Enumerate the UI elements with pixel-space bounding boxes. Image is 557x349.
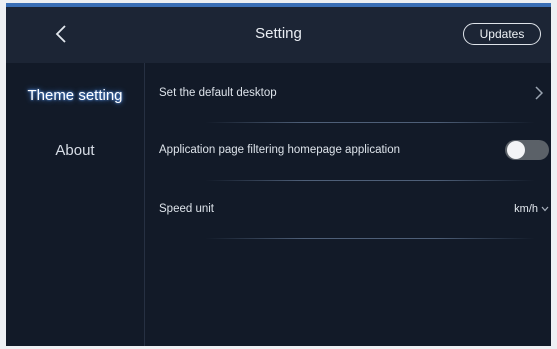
setting-row-default-desktop[interactable]: Set the default desktop [159, 65, 551, 121]
settings-panel: Set the default desktop Application page… [145, 63, 551, 346]
setting-label: Set the default desktop [159, 87, 277, 99]
speed-unit-select[interactable]: km/h [514, 203, 549, 215]
divider [205, 238, 535, 239]
chevron-down-icon [541, 206, 549, 212]
speed-unit-value: km/h [514, 203, 538, 215]
toggle-knob [507, 141, 525, 159]
updates-button[interactable]: Updates [463, 23, 541, 45]
chevron-right-icon[interactable] [529, 86, 549, 100]
setting-label: Application page filtering homepage appl… [159, 144, 401, 156]
setting-row-filter-homepage: Application page filtering homepage appl… [159, 122, 551, 178]
sidebar-item-theme-setting[interactable]: Theme setting [6, 87, 144, 104]
sidebar-item-about[interactable]: About [6, 142, 144, 159]
settings-window: Setting Updates Theme setting About Set … [6, 3, 551, 346]
header-bar: Setting Updates [6, 7, 551, 63]
setting-label: Speed unit [159, 203, 214, 215]
filter-homepage-toggle[interactable] [505, 140, 549, 160]
setting-row-speed-unit: Speed unit km/h [159, 181, 551, 237]
sidebar: Theme setting About [6, 63, 145, 346]
